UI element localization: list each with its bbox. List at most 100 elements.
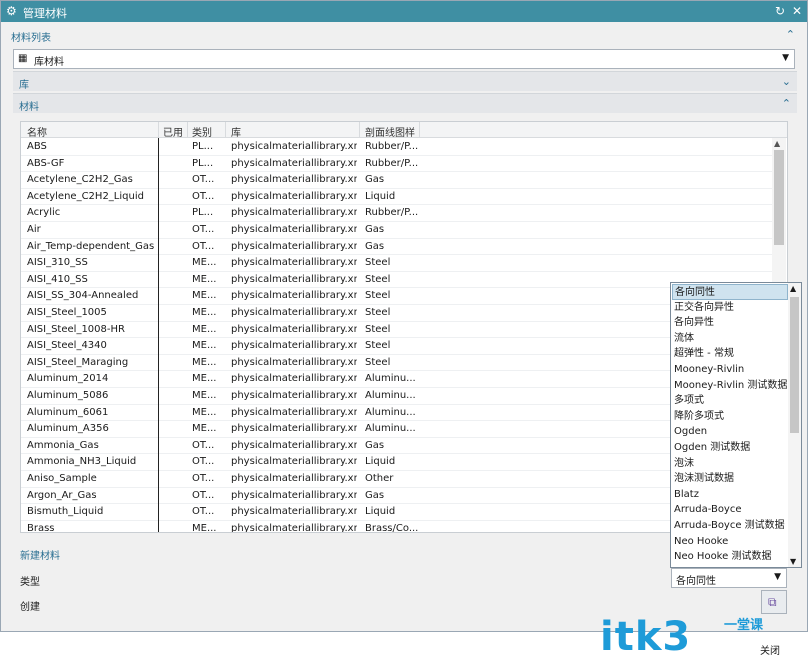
- cell-category: OT...: [192, 506, 215, 518]
- library-select[interactable]: ▦ 库材料 ▼: [13, 49, 795, 69]
- dropdown-option[interactable]: 超弹性 - 常规: [672, 346, 788, 362]
- cell-hatch: Gas: [365, 489, 385, 501]
- cell-category: PL...: [192, 157, 214, 169]
- column-header-hatch-pattern[interactable]: 剖面线图样: [365, 124, 415, 139]
- scroll-up-icon[interactable]: ▲: [774, 139, 780, 148]
- table-row[interactable]: Bismuth_Liquid OT... physicalmateriallibra…: [21, 504, 773, 521]
- table-row[interactable]: Argon_Ar_Gas OT... physicalmateriallibrary…: [21, 488, 773, 505]
- cell-library: physicalmateriallibrary.xml: [231, 174, 357, 186]
- cell-hatch: Gas: [365, 439, 385, 451]
- cell-hatch: Rubber/P...: [365, 157, 419, 169]
- reset-icon[interactable]: ↻: [773, 4, 787, 18]
- cell-name: Ammonia_Gas: [27, 439, 99, 451]
- table-row[interactable]: AISI_SS_304-Annealed ME... physicalmateria…: [21, 288, 773, 305]
- type-select[interactable]: 各向同性 ▼: [671, 568, 787, 588]
- table-row[interactable]: AISI_Steel_Maraging ME... physicalmaterial…: [21, 355, 773, 372]
- dropdown-option[interactable]: Neo Hooke: [672, 534, 788, 550]
- table-row[interactable]: Air_Temp-dependent_Gas OT... physicalmater…: [21, 239, 773, 256]
- table-row[interactable]: AISI_410_SS ME... physicalmateriallibrary.…: [21, 272, 773, 289]
- cell-category: ME...: [192, 390, 217, 401]
- cell-category: ME...: [192, 290, 217, 302]
- cell-library: physicalmateriallibrary.xml: [231, 141, 357, 152]
- scroll-thumb[interactable]: [790, 297, 799, 433]
- cell-name: Bismuth_Liquid: [27, 506, 104, 518]
- cell-category: OT...: [192, 174, 215, 186]
- chevron-down-icon[interactable]: ▼: [774, 572, 781, 582]
- cell-library: physicalmateriallibrary.xml: [231, 406, 357, 418]
- dropdown-option[interactable]: 泡沫测试数据: [672, 471, 788, 487]
- cell-hatch: Liquid: [365, 506, 396, 518]
- chevron-down-icon[interactable]: ⌄: [782, 75, 791, 88]
- column-divider[interactable]: [359, 122, 360, 138]
- table-row[interactable]: Aluminum_A356 ME... physicalmateriallibrar…: [21, 421, 773, 438]
- cell-category: ME...: [192, 307, 217, 318]
- scroll-thumb[interactable]: [774, 150, 784, 245]
- table-row[interactable]: AISI_Steel_4340 ME... physicalmateriallibr…: [21, 338, 773, 355]
- dropdown-option[interactable]: 各向异性: [672, 315, 788, 331]
- column-header-name[interactable]: 名称: [27, 124, 47, 139]
- scroll-down-icon[interactable]: ▼: [790, 557, 796, 566]
- dropdown-option[interactable]: Ogden 测试数据: [672, 440, 788, 456]
- cell-name: AISI_Steel_1005: [27, 307, 107, 318]
- create-material-button[interactable]: ⧉: [761, 590, 787, 614]
- material-list-header[interactable]: 材料列表 ⌃: [5, 25, 801, 45]
- chevron-down-icon[interactable]: ▼: [782, 53, 789, 63]
- new-material-header[interactable]: 新建材料: [20, 547, 60, 562]
- dropdown-option[interactable]: 泡沫: [672, 456, 788, 472]
- type-dropdown-list[interactable]: 各向同性 正交各向异性 各向异性 流体 超弹性 - 常规 Mooney-Rivlin Moo…: [670, 282, 802, 568]
- dropdown-scrollbar[interactable]: ▲ ▼: [788, 283, 801, 567]
- dropdown-option[interactable]: Arruda-Boyce: [672, 502, 788, 518]
- chevron-up-icon[interactable]: ⌃: [782, 97, 791, 110]
- table-row[interactable]: Acetylene_C2H2_Gas OT... physicalmateriall…: [21, 172, 773, 189]
- scroll-up-icon[interactable]: ▲: [790, 284, 796, 293]
- dropdown-option[interactable]: Arruda-Boyce 测试数据: [672, 518, 788, 534]
- table-row[interactable]: Aluminum_5086 ME... physicalmateriallibrar…: [21, 388, 773, 405]
- cell-name: AISI_Steel_Maraging: [27, 356, 129, 368]
- cell-category: OT...: [192, 473, 215, 484]
- table-row[interactable]: Aluminum_6061 ME... physicalmateriallibrar…: [21, 405, 773, 422]
- dropdown-option[interactable]: 流体: [672, 331, 788, 347]
- table-row[interactable]: Acetylene_C2H2_Liquid OT... physicalmateri…: [21, 189, 773, 206]
- dropdown-option[interactable]: 降阶多项式: [672, 409, 788, 425]
- chevron-up-icon[interactable]: ⌃: [786, 28, 795, 41]
- dropdown-option[interactable]: 正交各向异性: [672, 300, 788, 316]
- cell-name: Aluminum_6061: [27, 406, 109, 418]
- table-row[interactable]: Ammonia_NH3_Liquid OT... physicalmateriall…: [21, 454, 773, 471]
- table-row[interactable]: AISI_310_SS ME... physicalmateriallibrary.…: [21, 255, 773, 272]
- table-row[interactable]: Acrylic PL... physicalmateriallibrary.xml R…: [21, 205, 773, 222]
- close-icon[interactable]: ✕: [790, 4, 804, 18]
- dropdown-option[interactable]: Blatz: [672, 487, 788, 503]
- table-row[interactable]: Ammonia_Gas OT... physicalmateriallibrary.…: [21, 438, 773, 455]
- dropdown-option[interactable]: Neo Hooke 测试数据: [672, 549, 788, 565]
- table-row[interactable]: AISI_Steel_1005 ME... physicalmateriallibr…: [21, 305, 773, 322]
- table-row[interactable]: Aluminum_2014 ME... physicalmateriallibrar…: [21, 371, 773, 388]
- table-row[interactable]: Aniso_Sample OT... physicalmateriallibrary…: [21, 471, 773, 488]
- column-divider[interactable]: [225, 122, 226, 138]
- table-row[interactable]: ABS PL... physicalmateriallibrary.xml Rubbe…: [21, 139, 773, 156]
- table-row[interactable]: Air OT... physicalmateriallibrary.xml Gas: [21, 222, 773, 239]
- cell-library: physicalmateriallibrary.xml: [231, 390, 357, 401]
- cell-hatch: Rubber/P...: [365, 207, 419, 219]
- materials-section-bar[interactable]: 材料 ⌃: [13, 93, 797, 113]
- column-divider[interactable]: [158, 122, 159, 138]
- column-divider[interactable]: [419, 122, 420, 138]
- dropdown-option[interactable]: 多项式: [672, 393, 788, 409]
- table-row[interactable]: Brass ME... physicalmateriallibrary.xml Bra…: [21, 521, 773, 532]
- column-header-used[interactable]: 已用: [163, 124, 183, 139]
- table-row[interactable]: AISI_Steel_1008-HR ME... physicalmateriall…: [21, 322, 773, 339]
- cell-hatch: Steel: [365, 340, 391, 352]
- column-divider[interactable]: [187, 122, 188, 138]
- dropdown-option[interactable]: 各向同性: [672, 284, 788, 300]
- cell-library: physicalmateriallibrary.xml: [231, 307, 357, 318]
- library-section-bar[interactable]: 库 ⌄: [13, 71, 797, 91]
- cell-hatch: Gas: [365, 224, 385, 235]
- type-select-value: 各向同性: [676, 576, 716, 587]
- cell-hatch: Steel: [365, 356, 391, 368]
- close-button[interactable]: 关闭: [760, 642, 786, 657]
- dropdown-option[interactable]: Mooney-Rivlin: [672, 362, 788, 378]
- table-row[interactable]: ABS-GF PL... physicalmateriallibrary.xml Ru…: [21, 156, 773, 173]
- column-header-library[interactable]: 库: [231, 124, 241, 139]
- dropdown-option[interactable]: Mooney-Rivlin 测试数据: [672, 378, 788, 394]
- column-header-category[interactable]: 类别: [192, 124, 212, 139]
- dropdown-option[interactable]: Ogden: [672, 424, 788, 440]
